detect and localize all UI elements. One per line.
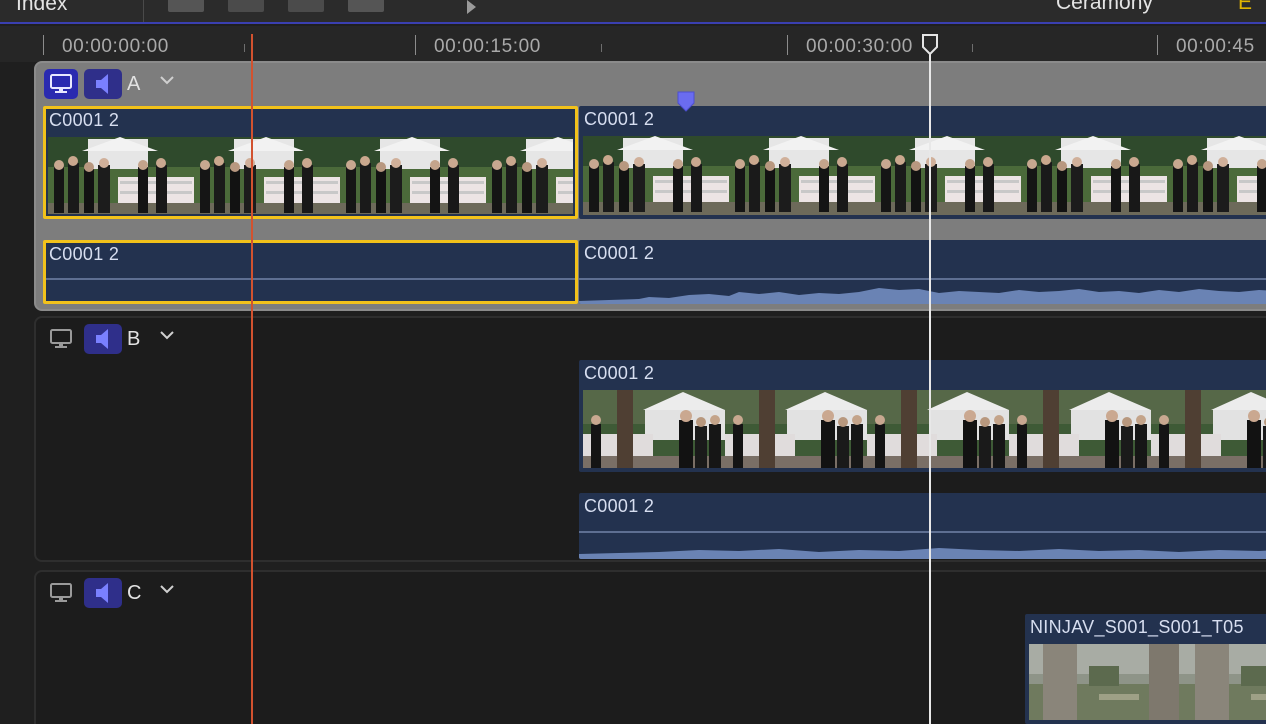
- timeline-toolbar: Index Ceramony E: [0, 0, 1266, 24]
- index-button[interactable]: Index: [16, 0, 67, 16]
- ruler-timecode: 00:00:45: [1176, 36, 1255, 57]
- audio-level-line: [579, 531, 1266, 533]
- angle-header: A: [36, 63, 336, 103]
- ruler-tick: [415, 35, 416, 55]
- toolbar-accent-label: E: [1238, 0, 1253, 14]
- clip-name: C0001 2: [584, 363, 655, 383]
- angle-label: B: [127, 328, 141, 350]
- angle-label: A: [127, 73, 141, 95]
- monitor-icon: [50, 583, 72, 602]
- skimmer-handle-icon[interactable]: [921, 34, 939, 56]
- audio-monitor-button[interactable]: [84, 69, 122, 99]
- audio-monitor-button[interactable]: [84, 578, 122, 608]
- video-clip[interactable]: C0001 2: [43, 106, 578, 219]
- video-clip[interactable]: C0001 2: [579, 360, 1266, 472]
- audio-waveform: [579, 548, 1266, 559]
- audio-clip[interactable]: C0001 2: [579, 240, 1266, 304]
- monitor-icon: [50, 74, 72, 93]
- clip-name: C0001 2: [584, 109, 655, 129]
- video-clip[interactable]: C0001 2: [579, 106, 1266, 219]
- ruler-tick: [1157, 35, 1158, 55]
- play-icon[interactable]: [467, 0, 476, 14]
- angle-lane-c[interactable]: C NINJAV_S001_S001_T05: [34, 570, 1266, 724]
- audio-clip[interactable]: C0001 2: [579, 493, 1266, 559]
- append-clip-button[interactable]: [168, 0, 204, 12]
- clip-filmstrip: [583, 390, 1266, 468]
- project-name: Ceramony: [1056, 0, 1153, 14]
- ruler-timecode: 00:00:00:00: [62, 36, 169, 57]
- clip-name: C0001 2: [584, 496, 655, 516]
- clip-filmstrip: [1029, 644, 1266, 720]
- ruler-timecode: 00:00:30:00: [806, 36, 913, 57]
- clip-name: C0001 2: [584, 243, 655, 263]
- audio-waveform: [579, 288, 1266, 304]
- audio-level-line: [46, 278, 575, 280]
- chevron-down-icon[interactable]: [160, 584, 174, 594]
- skimmer-line: [929, 50, 931, 724]
- clip-filmstrip: [48, 137, 573, 214]
- clip-name: C0001 2: [49, 244, 120, 264]
- timeline-ruler[interactable]: 00:00:00:00 00:00:15:00 00:00:30:00 00:0…: [0, 26, 1266, 62]
- video-monitor-button[interactable]: [44, 324, 78, 354]
- angle-header: B: [36, 318, 336, 358]
- clip-name: C0001 2: [49, 110, 120, 130]
- chevron-down-icon[interactable]: [160, 75, 174, 85]
- angle-header: C: [36, 572, 336, 612]
- chevron-down-icon[interactable]: [160, 330, 174, 340]
- video-clip[interactable]: NINJAV_S001_S001_T05: [1025, 614, 1266, 724]
- overwrite-clip-button[interactable]: [288, 0, 324, 12]
- toolbar-divider: [143, 0, 144, 22]
- angle-editor-timeline: Index Ceramony E 00:00:00:00 00:00:15:00…: [0, 0, 1266, 724]
- ruler-tick: [601, 44, 602, 52]
- audio-clip[interactable]: C0001 2: [43, 240, 578, 304]
- speaker-icon: [96, 329, 108, 349]
- insert-clip-button[interactable]: [228, 0, 264, 12]
- monitor-icon: [50, 329, 72, 348]
- video-monitor-button[interactable]: [44, 69, 78, 99]
- ruler-timecode: 00:00:15:00: [434, 36, 541, 57]
- playhead[interactable]: [251, 34, 253, 724]
- ruler-tick: [43, 35, 44, 55]
- marker-icon[interactable]: [677, 91, 695, 113]
- video-monitor-button[interactable]: [44, 578, 78, 608]
- ruler-tick: [972, 44, 973, 52]
- angle-lane-b[interactable]: B C0001 2 C0001 2: [34, 316, 1266, 562]
- ruler-tick: [787, 35, 788, 55]
- connect-clip-button[interactable]: [348, 0, 384, 12]
- angle-lane-a[interactable]: A C0001 2 C0001 2 C0001 2 C0001 2: [34, 61, 1266, 311]
- clip-filmstrip: [583, 136, 1266, 215]
- speaker-icon: [96, 74, 108, 94]
- angle-label: C: [127, 582, 142, 604]
- clip-name: NINJAV_S001_S001_T05: [1030, 617, 1244, 637]
- ruler-tick: [244, 44, 245, 52]
- speaker-icon: [96, 583, 108, 603]
- audio-monitor-button[interactable]: [84, 324, 122, 354]
